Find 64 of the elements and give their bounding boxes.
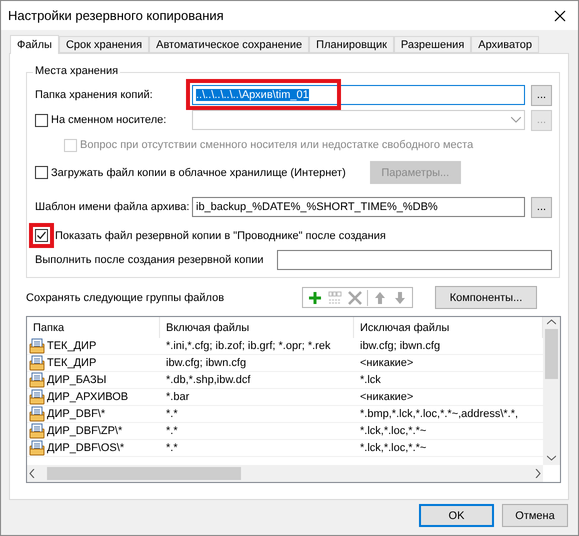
table-cell-text: *.lck,*.loc,*.*~ xyxy=(359,442,428,454)
tab[interactable]: Архиватор xyxy=(471,36,540,53)
plus-icon[interactable] xyxy=(307,290,323,306)
tab[interactable]: Файлы xyxy=(10,35,59,54)
table-cell-text: *.* xyxy=(165,425,179,437)
scroll-left-icon[interactable] xyxy=(29,469,35,478)
table-cell-text: *.* xyxy=(165,408,179,420)
table-cell-text: ibw.cfg; ibwn.cfg xyxy=(359,340,442,352)
table-cell-text: *.db,*.shp,ibw.dcf xyxy=(165,374,252,386)
table-cell-text: <никакие> xyxy=(359,391,414,403)
components-button[interactable]: Компоненты... xyxy=(435,286,537,309)
tab[interactable]: Разрешения xyxy=(394,36,472,53)
checkbox-label[interactable]: На сменном носителе: xyxy=(35,114,192,126)
section-title: Сохранять следующие группы файлов xyxy=(26,292,226,304)
folder-icon xyxy=(29,338,45,354)
window-title: Настройки резервного копирования xyxy=(8,8,224,23)
folder-icon xyxy=(29,440,45,456)
chevron-icon xyxy=(511,117,521,123)
table-cell: ТЕК_ДИР xyxy=(47,357,96,369)
table-cell-text: <никакие> xyxy=(359,357,414,369)
dialog-button[interactable]: OK xyxy=(419,504,494,527)
group-title: Места хранения xyxy=(33,65,120,77)
browse-button[interactable]: ... xyxy=(531,84,552,106)
folder-icon xyxy=(29,406,45,422)
checkbox[interactable] xyxy=(35,114,48,126)
table-cell-text: ibw.cfg; ibwn.cfg xyxy=(165,357,248,369)
browse-button[interactable]: ... xyxy=(531,196,552,218)
table-cell-text: *.lck,*.loc,*.*~ xyxy=(359,425,428,437)
input-field[interactable]: ib_backup_%DATE%_%SHORT_TIME%_%DB% xyxy=(192,197,525,217)
scroll-down-icon[interactable] xyxy=(547,455,556,461)
tab[interactable]: Планировщик xyxy=(309,36,394,53)
table-cell: ДИР_DBF\OS\* xyxy=(47,442,124,454)
table-cell: ТЕК_ДИР xyxy=(47,340,96,352)
folder-icon xyxy=(29,423,45,439)
input-field[interactable] xyxy=(277,250,552,270)
field-label: Шаблон имени файла архива: xyxy=(35,201,190,213)
table-cell-text: *.* xyxy=(165,442,179,454)
table-cell: ДИР_DBF\* xyxy=(47,408,106,420)
table-cell-text: *.lck xyxy=(359,374,382,386)
scroll-right-icon[interactable] xyxy=(535,469,541,478)
vertical-scrollbar[interactable] xyxy=(543,317,560,465)
tab[interactable]: Срок хранения xyxy=(58,36,150,53)
close-icon[interactable] xyxy=(554,10,566,22)
table-cell: ДИР_АРХИВОВ xyxy=(47,391,128,403)
checkbox[interactable] xyxy=(35,229,48,242)
table-cell-text: *.bar xyxy=(165,391,190,403)
checkbox-label[interactable]: Загружать файл копии в облачное хранилище (Интернет) xyxy=(51,166,346,178)
table-cell-text: *.bmp,*.lck,*.loc,*.*~,address\*.*, xyxy=(359,408,520,420)
scroll-up-icon[interactable] xyxy=(547,319,556,325)
folder-icon xyxy=(29,372,45,388)
table-cell-text: *.ini,*.cfg; ib.zof; ib.grf; *.opr; *.rek xyxy=(165,340,332,352)
table-cell: ДИР_БАЗЫ xyxy=(47,374,106,386)
field-label: Выполнить после создания резервной копии xyxy=(35,254,265,266)
table-cell: ДИР_DBF\ZP\* xyxy=(47,425,122,437)
checkbox-label[interactable]: Показать файл резервной копии в "Проводнике" после создания xyxy=(55,230,386,242)
input-field[interactable]: ..\..\..\..\..\Архив\tim_01 xyxy=(192,85,525,105)
field-label: Папка хранения копий: xyxy=(35,89,154,101)
horizontal-scrollbar[interactable] xyxy=(27,465,543,482)
dialog-button[interactable]: Отмена xyxy=(502,504,568,527)
folder-icon xyxy=(29,389,45,405)
tab[interactable]: Автоматическое сохранение xyxy=(149,36,310,53)
folder-icon xyxy=(29,355,45,371)
checkbox[interactable] xyxy=(35,166,48,179)
column-header[interactable]: Включая файлы xyxy=(160,317,354,338)
